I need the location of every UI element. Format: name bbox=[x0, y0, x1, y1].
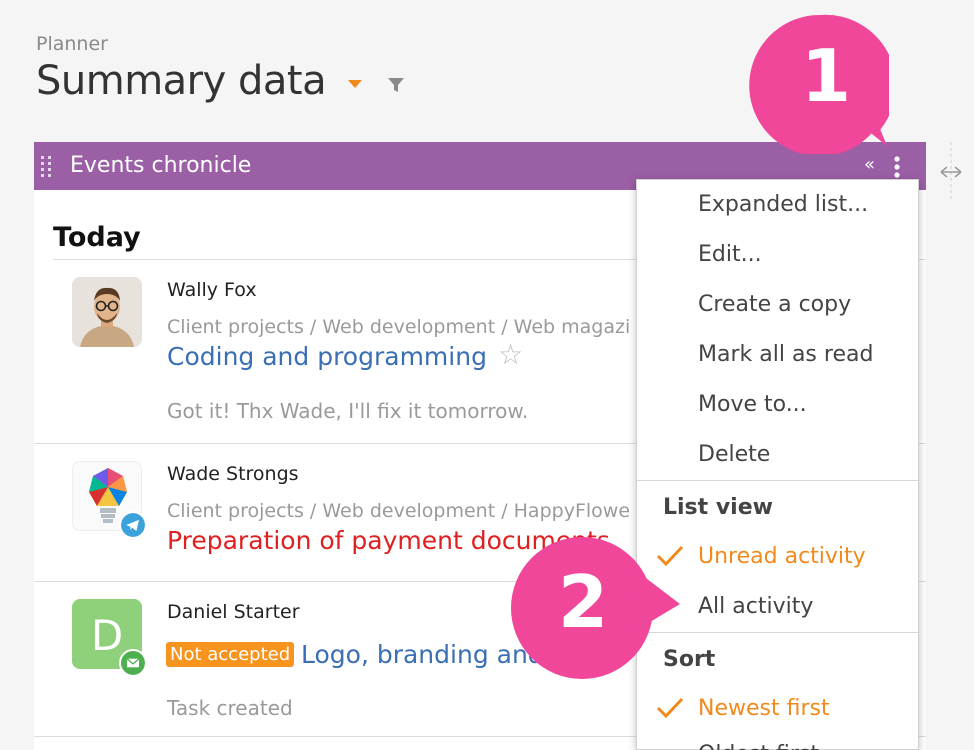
callout-number: 2 bbox=[558, 560, 609, 644]
more-options-icon[interactable] bbox=[887, 154, 907, 180]
event-subject[interactable]: Coding and programming bbox=[167, 342, 487, 371]
star-icon[interactable]: ☆ bbox=[498, 338, 523, 371]
event-path[interactable]: Client projects / Web development / Happ… bbox=[167, 500, 630, 522]
menu-heading-list-view: List view bbox=[663, 495, 773, 520]
title-dropdown-icon[interactable] bbox=[348, 80, 362, 88]
telegram-icon bbox=[119, 511, 147, 539]
menu-item-edit[interactable]: Edit... bbox=[698, 242, 762, 267]
menu-item-mark-all-read[interactable]: Mark all as read bbox=[698, 342, 873, 367]
callout-marker-2: 2 bbox=[510, 536, 680, 679]
section-heading-today: Today bbox=[53, 222, 141, 253]
menu-option-all-activity[interactable]: All activity bbox=[698, 594, 813, 619]
avatar[interactable] bbox=[72, 277, 142, 347]
menu-item-expanded-list[interactable]: Expanded list... bbox=[698, 192, 868, 217]
check-icon bbox=[656, 697, 684, 719]
menu-item-move-to[interactable]: Move to... bbox=[698, 392, 807, 417]
breadcrumb[interactable]: Planner bbox=[36, 33, 108, 55]
collapse-icon[interactable]: « bbox=[864, 154, 875, 175]
menu-divider bbox=[637, 480, 918, 481]
resize-handle-icon[interactable] bbox=[938, 142, 964, 200]
panel-title: Events chronicle bbox=[70, 153, 252, 178]
menu-item-delete[interactable]: Delete bbox=[698, 442, 770, 467]
person-photo-icon bbox=[72, 277, 142, 347]
filter-icon[interactable] bbox=[387, 76, 405, 94]
page-title: Summary data bbox=[36, 58, 327, 104]
menu-option-newest-first[interactable]: Newest first bbox=[698, 696, 830, 721]
menu-option-unread-activity[interactable]: Unread activity bbox=[698, 544, 866, 569]
callout-marker-1: 1 bbox=[749, 14, 896, 157]
status-badge: Not accepted bbox=[166, 642, 295, 667]
event-path[interactable]: Client projects / Web development / Web … bbox=[167, 316, 630, 338]
email-icon bbox=[119, 649, 147, 677]
callout-number: 1 bbox=[801, 34, 852, 118]
event-snippet: Got it! Thx Wade, I'll fix it tomorrow. bbox=[167, 399, 529, 423]
event-author[interactable]: Wade Strongs bbox=[167, 463, 299, 485]
event-author[interactable]: Wally Fox bbox=[167, 279, 257, 301]
drag-handle-icon[interactable] bbox=[40, 155, 54, 179]
menu-option-oldest-first[interactable]: Oldest first bbox=[698, 742, 819, 750]
event-author[interactable]: Daniel Starter bbox=[167, 601, 300, 623]
event-subject[interactable]: Logo, branding and bbox=[301, 640, 544, 669]
menu-item-create-copy[interactable]: Create a copy bbox=[698, 292, 851, 317]
event-snippet: Task created bbox=[167, 696, 293, 720]
